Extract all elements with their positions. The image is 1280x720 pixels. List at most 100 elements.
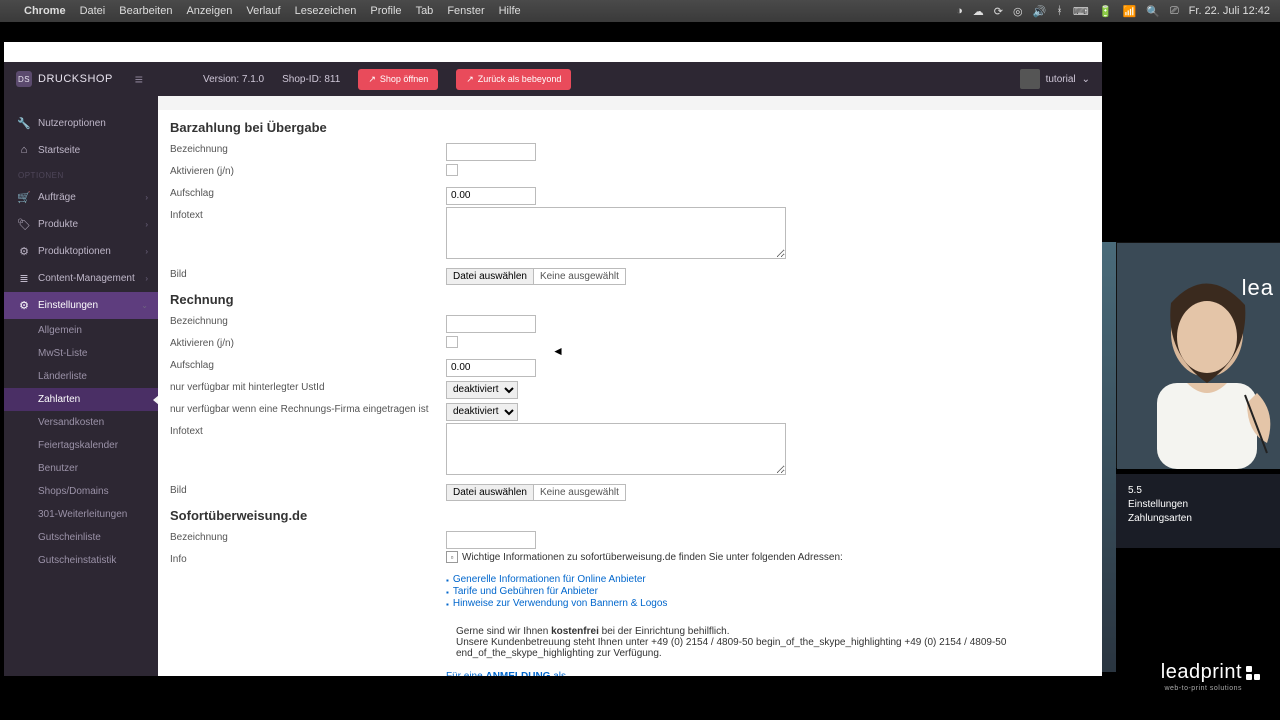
chevron-down-icon: ⌄ [1082,74,1090,85]
sidebar-sub-mwst[interactable]: MwSt-Liste [4,342,158,365]
label-infotext: Infotext [170,423,446,480]
sidebar-sub-feiertage[interactable]: Feiertagskalender [4,434,158,457]
leadprint-logo: leadprint web-to-print solutions [1161,661,1260,684]
sidebar-sub-gutscheinliste[interactable]: Gutscheinliste [4,526,158,549]
anmeldung-line: Für eine ANMELDUNG als [446,671,1090,676]
bluetooth-icon[interactable]: ᚼ [1056,5,1063,17]
app-name[interactable]: Chrome [24,5,66,17]
label-firma: nur verfügbar wenn eine Rechnungs-Firma … [170,401,446,421]
info-text: bei der Einrichtung behilflich. [599,626,730,637]
sidebar-item-nutzeroptionen[interactable]: 🔧 Nutzeroptionen [4,110,158,137]
label-bezeichnung: Bezeichnung [170,529,446,549]
app-topbar: DS DRUCKSHOP ≡ Version: 7.1.0 Shop-ID: 8… [4,62,1102,96]
menu-hilfe[interactable]: Hilfe [499,5,521,17]
file-choose-button[interactable]: Datei auswählen [447,269,534,284]
file-input-bild[interactable]: Datei auswählen Keine ausgewählt [446,484,626,501]
logo-badge-icon: DS [16,71,32,87]
select-firma[interactable]: deaktiviert [446,403,518,421]
info-text: Unsere Kundenbetreuung steht Ihnen unter… [456,637,1006,659]
logo-squares-icon [1246,666,1260,680]
status-icon[interactable]: ⌨ [1073,5,1089,18]
info-link[interactable]: Tarife und Gebühren für Anbieter [453,586,598,597]
sidebar-toggle-icon[interactable]: ≡ [135,71,143,87]
status-icon[interactable]: ☁ [973,5,984,18]
app-logo[interactable]: DS DRUCKSHOP [16,71,113,87]
anmeldung-link[interactable]: ANMELDUNG [485,671,550,676]
input-aufschlag[interactable] [446,359,536,377]
menu-profile[interactable]: Profile [370,5,401,17]
control-center-icon[interactable]: ⎚ [1170,5,1179,18]
main-content: Barzahlung bei Übergabe Bezeichnung Akti… [158,110,1102,676]
gear-icon: ⚙ [18,245,30,258]
input-bezeichnung[interactable] [446,315,536,333]
status-icon[interactable]: ◎ [1013,5,1023,18]
sidebar-sub-301[interactable]: 301-Weiterleitungen [4,503,158,526]
back-user-button[interactable]: ↗ Zurück als bebeyond [456,69,571,90]
input-bezeichnung[interactable] [446,531,536,549]
menu-lesezeichen[interactable]: Lesezeichen [295,5,357,17]
sidebar-sub-benutzer[interactable]: Benutzer [4,457,158,480]
broken-image-icon: ▫ [446,551,458,563]
button-label: Zurück als bebeyond [478,74,562,84]
menu-anzeigen[interactable]: Anzeigen [186,5,232,17]
info-link[interactable]: Hinweise zur Verwendung von Bannern & Lo… [453,598,668,609]
sidebar-sub-laender[interactable]: Länderliste [4,365,158,388]
sidebar-sub-gutscheinstatistik[interactable]: Gutscheinstatistik [4,549,158,572]
sidebar-item-einstellungen[interactable]: ⚙ Einstellungen ⌄ [4,292,158,319]
sidebar-item-content-management[interactable]: ≣ Content-Management › [4,265,158,292]
open-shop-button[interactable]: ↗ Shop öffnen [358,69,438,90]
tag-icon: 🏷 [18,218,30,231]
info-text: Gerne sind wir Ihnen [456,626,551,637]
sidebar-item-produktoptionen[interactable]: ⚙ Produktoptionen › [4,238,158,265]
textarea-infotext[interactable] [446,423,786,475]
shopid-text: Shop-ID: 811 [282,74,340,85]
sidebar-sub-zahlarten[interactable]: Zahlarten [4,388,158,411]
info-link[interactable]: Generelle Informationen für Online Anbie… [453,574,646,585]
label-infotext: Infotext [170,207,446,264]
sidebar-sub-versand[interactable]: Versandkosten [4,411,158,434]
sidebar-sub-allgemein[interactable]: Allgemein [4,319,158,342]
sidebar-item-label: Content-Management [38,273,135,284]
section-title-sofort: Sofortüberweisung.de [170,504,1090,529]
sidebar-item-label: Produktoptionen [38,246,111,257]
chevron-right-icon: › [145,220,148,229]
label-bezeichnung: Bezeichnung [170,141,446,161]
menu-bearbeiten[interactable]: Bearbeiten [119,5,172,17]
label-aktivieren: Aktivieren (j/n) [170,335,446,355]
menu-tab[interactable]: Tab [416,5,434,17]
status-icon[interactable]: ⟳ [994,5,1003,18]
caption-overlay: 5.5 Einstellungen Zahlungsarten [1116,474,1280,548]
label-aufschlag: Aufschlag [170,357,446,377]
sidebar-item-label: Aufträge [38,192,76,203]
caption-line: Einstellungen [1128,498,1268,512]
chevron-right-icon: › [145,247,148,256]
chevron-right-icon: › [145,193,148,202]
menu-verlauf[interactable]: Verlauf [246,5,280,17]
app-body: 🔧 Nutzeroptionen ⌂ Startseite OPTIONEN 🛒… [4,76,1102,676]
label-info: Info [170,551,446,568]
sidebar-item-auftraege[interactable]: 🛒 Aufträge › [4,184,158,211]
textarea-infotext[interactable] [446,207,786,259]
status-icon[interactable]: ◑ [956,5,963,17]
volume-icon[interactable]: 🔊 [1033,5,1047,18]
input-bezeichnung[interactable] [446,143,536,161]
clock[interactable]: Fr. 22. Juli 12:42 [1189,5,1270,17]
select-ustid[interactable]: deaktiviert [446,381,518,399]
sidebar-sub-shops[interactable]: Shops/Domains [4,480,158,503]
checkbox-aktivieren[interactable] [446,164,458,176]
section-title-barzahlung: Barzahlung bei Übergabe [170,116,1090,141]
menu-fenster[interactable]: Fenster [447,5,484,17]
file-choose-button[interactable]: Datei auswählen [447,485,534,500]
search-icon[interactable]: 🔍 [1146,5,1160,18]
wifi-icon[interactable]: 📶 [1122,5,1136,18]
file-input-bild[interactable]: Datei auswählen Keine ausgewählt [446,268,626,285]
checkbox-aktivieren[interactable] [446,336,458,348]
bullet-icon: ▪ [446,600,449,609]
input-aufschlag[interactable] [446,187,536,205]
sidebar-item-produkte[interactable]: 🏷 Produkte › [4,211,158,238]
user-menu[interactable]: tutorial ⌄ [1020,69,1090,89]
sidebar-item-startseite[interactable]: ⌂ Startseite [4,137,158,163]
sidebar-item-label: Produkte [38,219,78,230]
battery-icon[interactable]: 🔋 [1099,5,1113,18]
menu-datei[interactable]: Datei [80,5,106,17]
